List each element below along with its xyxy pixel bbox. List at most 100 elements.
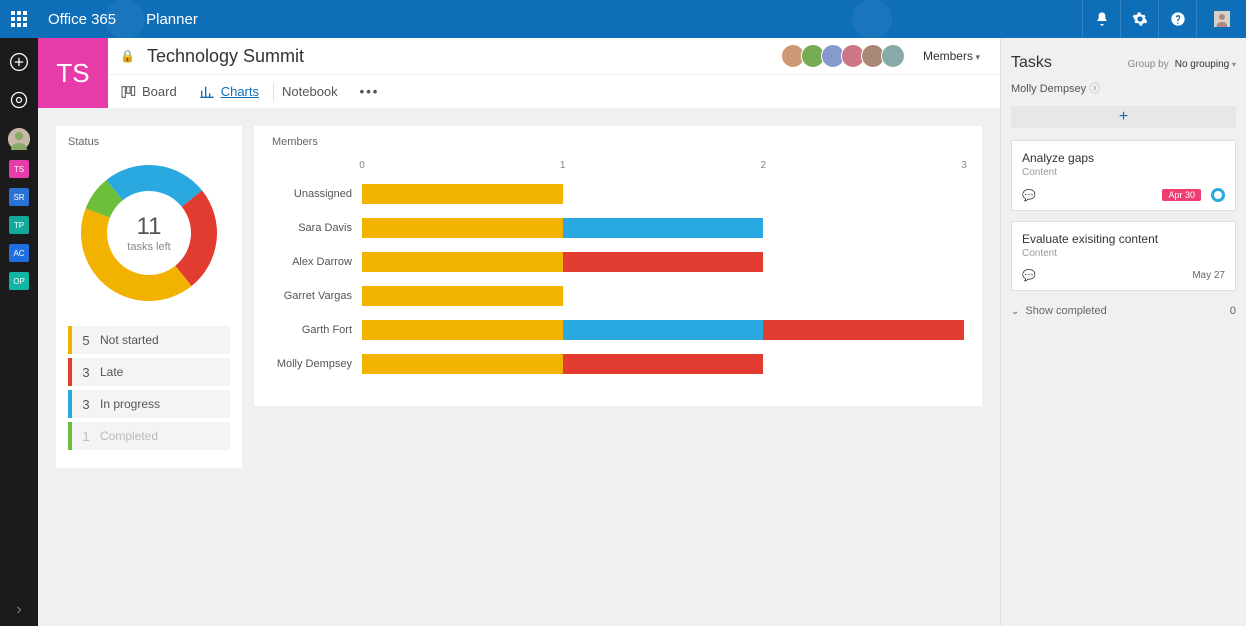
suite-bar: Office 365 Planner <box>0 0 1246 38</box>
bar-track <box>362 320 964 340</box>
status-card: Status 11 tasks left 5 Not started 3 Lat… <box>56 126 242 468</box>
app-launcher-icon[interactable] <box>0 0 38 38</box>
add-task-button[interactable]: + <box>1011 106 1236 128</box>
legend-count: 1 <box>72 429 100 444</box>
show-completed-toggle[interactable]: ⌄ Show completed 0 <box>1011 305 1236 317</box>
card-title: Status <box>68 136 230 148</box>
tasks-left-count: 11 <box>137 213 162 241</box>
plan-tile-sr[interactable]: SR <box>9 188 29 206</box>
tab-charts[interactable]: Charts <box>199 84 259 100</box>
task-title: Evaluate exisiting content <box>1022 232 1225 246</box>
bar-track <box>362 252 964 272</box>
tab-notebook[interactable]: Notebook <box>282 84 338 99</box>
axis-tick: 2 <box>761 160 767 171</box>
filter-chip: Molly Dempseyⓧ <box>1011 80 1236 96</box>
suite-brand[interactable]: Office 365 <box>48 11 116 28</box>
bar-label: Sara Davis <box>272 222 362 234</box>
lock-icon: 🔒 <box>120 49 135 63</box>
bar-label: Unassigned <box>272 188 362 200</box>
bar-segment-inProgress <box>563 218 764 238</box>
hub-icon[interactable] <box>0 84 38 116</box>
notifications-icon[interactable] <box>1082 0 1120 38</box>
legend-label: Late <box>100 365 123 379</box>
bar-label: Alex Darrow <box>272 256 362 268</box>
chevron-down-icon: ⌄ <box>1011 306 1019 317</box>
progress-icon <box>1211 188 1225 202</box>
axis-tick: 1 <box>560 160 566 171</box>
bar-segment-late <box>563 252 764 272</box>
bar-segment-notStarted <box>362 184 563 204</box>
comment-icon[interactable]: 💬 <box>1022 189 1036 202</box>
me-avatar[interactable] <box>1196 0 1246 38</box>
bar-segment-notStarted <box>362 218 563 238</box>
plan-tile-tp[interactable]: TP <box>9 216 29 234</box>
bar-segment-inProgress <box>563 320 764 340</box>
tasks-title: Tasks <box>1011 54 1052 72</box>
legend-row[interactable]: 3 Late <box>68 358 230 386</box>
plan-header: TS 🔒 Technology Summit <box>38 38 1000 108</box>
bar-segment-notStarted <box>362 320 563 340</box>
legend-label: In progress <box>100 397 160 411</box>
bar-row[interactable]: Unassigned <box>272 182 964 206</box>
bar-row[interactable]: Alex Darrow <box>272 250 964 274</box>
plan-tile-ac[interactable]: AC <box>9 244 29 262</box>
bar-row[interactable]: Garret Vargas <box>272 284 964 308</box>
plan-tabs: Board Charts Notebook ••• <box>108 74 1000 108</box>
comment-icon[interactable]: 💬 <box>1022 269 1036 282</box>
bar-segment-notStarted <box>362 286 563 306</box>
bar-label: Molly Dempsey <box>272 358 362 370</box>
plan-badge: TS <box>38 38 108 108</box>
bar-track <box>362 218 964 238</box>
tab-label: Board <box>142 84 177 99</box>
task-card[interactable]: Analyze gaps Content 💬 Apr 30 <box>1011 140 1236 211</box>
legend-row[interactable]: 1 Completed <box>68 422 230 450</box>
legend-count: 5 <box>72 333 100 348</box>
axis-tick: 3 <box>961 160 967 171</box>
bar-row[interactable]: Garth Fort <box>272 318 964 342</box>
settings-icon[interactable] <box>1120 0 1158 38</box>
members-card: Members 0 1 2 3 Unassigned Sara Davis Alex Da… <box>254 126 982 406</box>
members-dropdown[interactable]: Members <box>923 49 980 63</box>
bar-label: Garth Fort <box>272 324 362 336</box>
bar-segment-late <box>563 354 764 374</box>
task-title: Analyze gaps <box>1022 151 1225 165</box>
legend-label: Not started <box>100 333 159 347</box>
plan-title: Technology Summit <box>147 46 304 67</box>
avatar[interactable] <box>881 44 905 68</box>
bar-track <box>362 286 964 306</box>
legend-row[interactable]: 3 In progress <box>68 390 230 418</box>
clear-filter-icon[interactable]: ⓧ <box>1089 83 1100 95</box>
left-rail: TS SR TP AC OP <box>0 38 38 626</box>
tab-board[interactable]: Board <box>120 84 177 100</box>
due-text: May 27 <box>1192 270 1225 281</box>
bar-segment-notStarted <box>362 252 563 272</box>
tasks-panel: Tasks Group byNo grouping ▾ Molly Dempse… <box>1000 38 1246 626</box>
tab-label: Notebook <box>282 84 338 99</box>
my-tasks-avatar[interactable] <box>8 128 30 150</box>
expand-rail-icon[interactable] <box>0 604 38 616</box>
bar-row[interactable]: Molly Dempsey <box>272 352 964 376</box>
app-name[interactable]: Planner <box>146 11 198 28</box>
more-icon[interactable]: ••• <box>360 84 380 99</box>
bar-track <box>362 184 964 204</box>
new-plan-icon[interactable] <box>0 46 38 78</box>
tasks-left-label: tasks left <box>127 241 170 253</box>
card-title: Members <box>272 136 964 148</box>
axis-tick: 0 <box>359 160 365 171</box>
legend-count: 3 <box>72 397 100 412</box>
tab-label: Charts <box>221 84 259 99</box>
legend-row[interactable]: 5 Not started <box>68 326 230 354</box>
help-icon[interactable] <box>1158 0 1196 38</box>
bar-label: Garret Vargas <box>272 290 362 302</box>
plan-tile-ts[interactable]: TS <box>9 160 29 178</box>
group-by-dropdown[interactable]: Group byNo grouping ▾ <box>1128 59 1236 70</box>
bar-segment-notStarted <box>362 354 563 374</box>
due-pill: Apr 30 <box>1162 189 1201 201</box>
legend-count: 3 <box>72 365 100 380</box>
plan-tile-op[interactable]: OP <box>9 272 29 290</box>
member-avatars[interactable] <box>785 44 905 68</box>
task-card[interactable]: Evaluate exisiting content Content 💬 May… <box>1011 221 1236 291</box>
bar-segment-late <box>763 320 964 340</box>
members-bar-chart: 0 1 2 3 Unassigned Sara Davis Alex Darrow Garr… <box>272 160 964 376</box>
bar-row[interactable]: Sara Davis <box>272 216 964 240</box>
